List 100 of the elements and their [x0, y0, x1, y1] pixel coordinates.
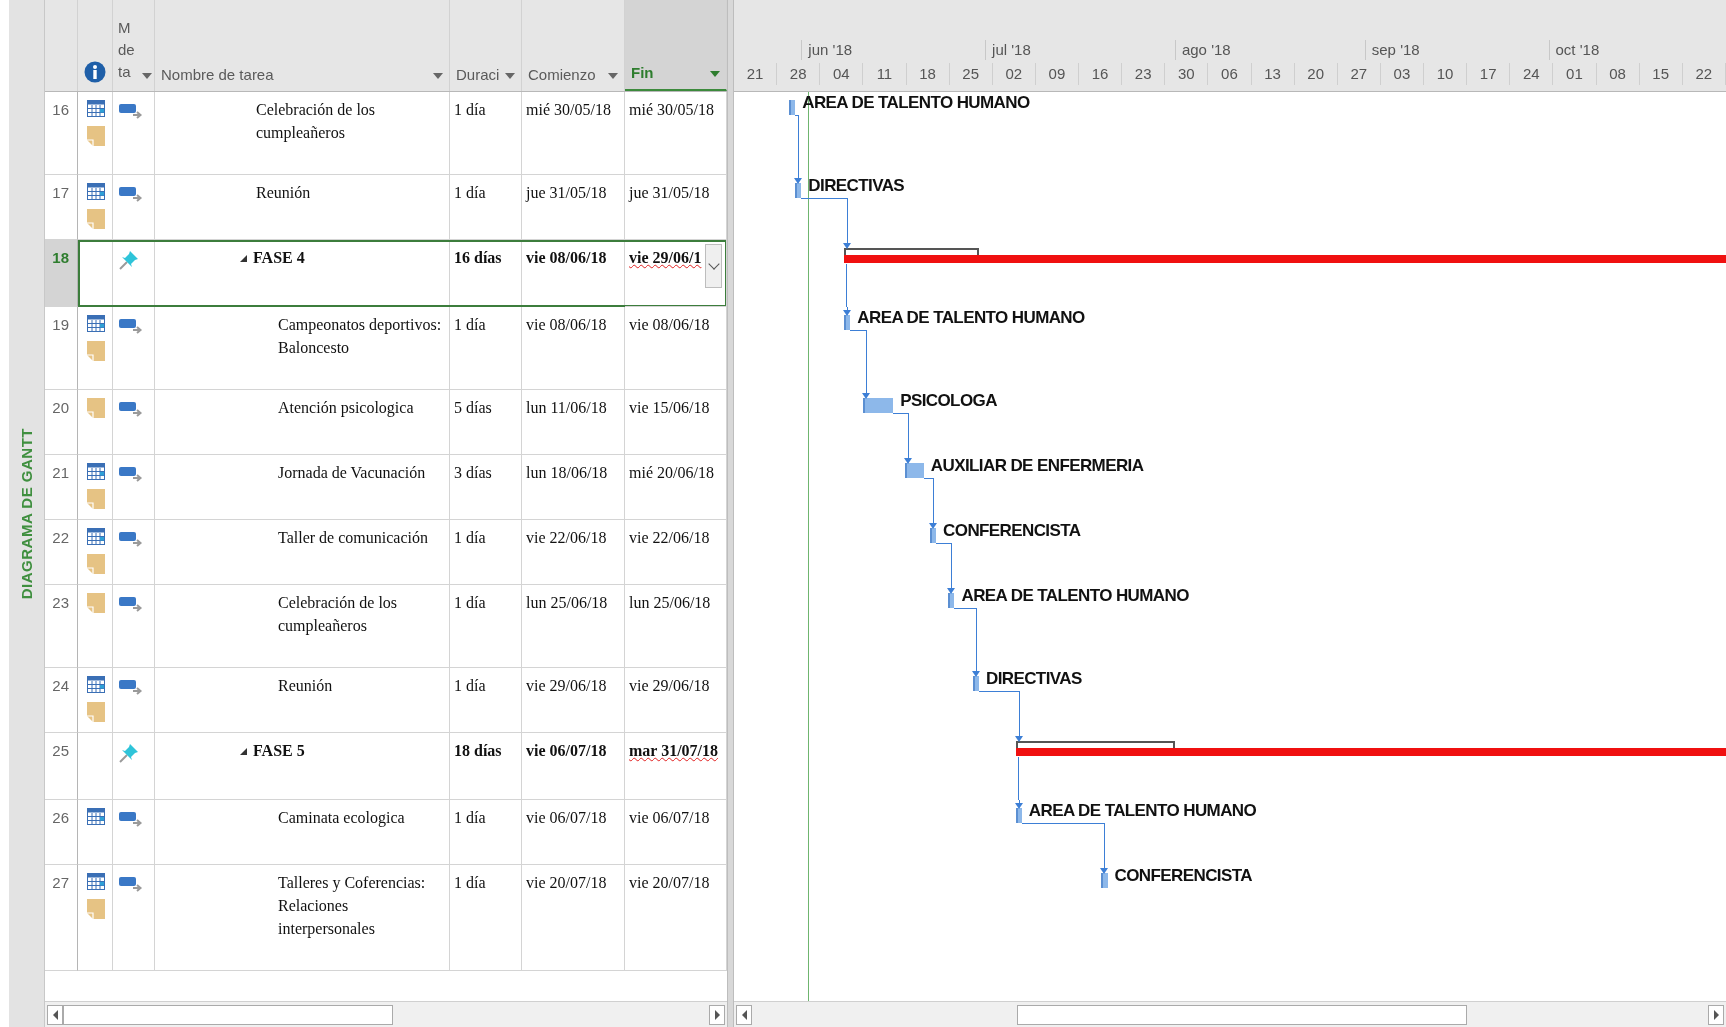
scrollbar[interactable] — [734, 1001, 1726, 1027]
week-label: 21 — [734, 63, 778, 85]
week-label: 28 — [777, 63, 821, 85]
start-date: vie 29/06/18 — [526, 677, 607, 694]
scheduled-task-icon — [119, 810, 143, 828]
row-number[interactable]: 20 — [45, 390, 78, 455]
note-icon — [86, 209, 105, 229]
task-name: Reunión — [256, 183, 311, 203]
row-number[interactable]: 23 — [45, 585, 78, 668]
start-date: lun 18/06/18 — [526, 464, 608, 481]
connector-arrow — [1100, 865, 1110, 874]
week-label: 24 — [1510, 63, 1554, 85]
week-label: 27 — [1337, 63, 1381, 85]
row-number[interactable]: 21 — [45, 455, 78, 520]
scroll-thumb[interactable] — [1017, 1004, 1467, 1025]
finish-date: vie 06/07/18 — [629, 809, 710, 826]
collapse-triangle-icon[interactable] — [240, 255, 247, 262]
task-name: Campeonatos deportivos: Baloncesto — [278, 315, 443, 358]
month-label: ago '18 — [1174, 40, 1231, 60]
connector-line — [893, 413, 910, 455]
start-date: jue 31/05/18 — [526, 184, 607, 201]
connector-line — [795, 115, 800, 175]
row-number[interactable]: 26 — [45, 800, 78, 865]
info-icon — [84, 61, 106, 83]
note-icon — [86, 341, 105, 361]
scrollbar[interactable] — [45, 1001, 727, 1027]
dropdown-arrow-icon[interactable] — [608, 73, 618, 79]
connector-arrow — [971, 668, 981, 677]
finish-date: lun 25/06/18 — [629, 594, 711, 611]
task-bar — [929, 528, 937, 543]
collapse-triangle-icon[interactable] — [240, 748, 247, 755]
scroll-right-icon[interactable] — [1708, 1004, 1724, 1025]
scroll-thumb[interactable] — [63, 1004, 393, 1025]
dropdown-arrow-icon[interactable] — [142, 73, 152, 79]
scheduled-task-icon — [119, 102, 143, 120]
week-label: 22 — [1682, 63, 1726, 85]
scroll-left-icon[interactable] — [736, 1004, 752, 1025]
scheduled-task-icon — [119, 678, 143, 696]
task-bar — [1015, 808, 1022, 823]
start-date: vie 06/07/18 — [526, 809, 607, 826]
row-number[interactable]: 19 — [45, 307, 78, 390]
week-label: 01 — [1553, 63, 1597, 85]
scroll-left-icon[interactable] — [47, 1004, 63, 1025]
connector-arrow — [861, 390, 871, 399]
calendar-icon — [86, 100, 105, 117]
task-name: Celebración de los cumpleañeros — [256, 100, 377, 144]
column-header[interactable]: Fin — [625, 0, 727, 91]
duration-text: 1 día — [454, 316, 486, 333]
connector-line — [936, 543, 953, 585]
column-header[interactable]: Duraci — [450, 0, 522, 91]
duration-text: 1 día — [454, 101, 486, 118]
scheduled-task-icon — [119, 530, 143, 548]
pin-icon — [119, 743, 139, 763]
calendar-icon — [86, 873, 105, 890]
scheduled-task-icon — [119, 595, 143, 613]
connector-line — [801, 198, 849, 240]
start-date: lun 11/06/18 — [526, 399, 607, 416]
column-header[interactable]: Nombre de tarea — [155, 0, 450, 91]
connector-line — [954, 608, 977, 668]
week-label: 20 — [1294, 63, 1338, 85]
calendar-icon — [86, 315, 105, 332]
finish-date: mar 31/07/18 — [629, 742, 719, 759]
week-label: 02 — [992, 63, 1036, 85]
note-icon — [86, 126, 105, 146]
duration-text: 1 día — [454, 594, 486, 611]
week-label: 13 — [1251, 63, 1295, 85]
note-icon — [86, 489, 105, 509]
calendar-icon — [86, 676, 105, 693]
dropdown-arrow-icon[interactable] — [710, 71, 720, 77]
row-number[interactable]: 27 — [45, 865, 78, 971]
scroll-right-icon[interactable] — [709, 1004, 725, 1025]
task-bar — [1101, 873, 1108, 888]
month-label: jul '18 — [985, 40, 1031, 60]
dropdown-arrow-icon[interactable] — [433, 73, 443, 79]
row-number[interactable]: 24 — [45, 668, 78, 733]
note-icon — [86, 899, 105, 919]
calendar-icon — [86, 808, 105, 825]
row-number[interactable]: 25 — [45, 733, 78, 800]
dropdown-arrow-icon[interactable] — [505, 73, 515, 79]
duration-text: 5 días — [454, 399, 492, 416]
week-label: 04 — [820, 63, 864, 85]
row-number[interactable]: 22 — [45, 520, 78, 585]
resource-label: AUXILIAR DE ENFERMERIA — [930, 456, 1144, 476]
finish-date: mié 30/05/18 — [629, 101, 714, 118]
row-number[interactable]: 16 — [45, 92, 78, 175]
pin-icon — [119, 250, 139, 270]
duration-text: 1 día — [454, 809, 486, 826]
task-name: Reunión — [278, 676, 333, 696]
start-date: vie 08/06/18 — [526, 316, 607, 333]
row-number[interactable]: 18 — [45, 240, 78, 307]
connector-arrow — [843, 307, 853, 316]
note-icon — [86, 702, 105, 722]
connector-line — [923, 478, 934, 520]
row-number[interactable]: 17 — [45, 175, 78, 240]
week-label: 09 — [1035, 63, 1079, 85]
resource-label: AREA DE TALENTO HUMANO — [961, 586, 1189, 606]
column-header[interactable]: M de ta — [113, 0, 155, 91]
duration-text: 1 día — [454, 529, 486, 546]
connector-arrow — [843, 240, 853, 249]
task-name: FASE 5 — [253, 741, 305, 761]
